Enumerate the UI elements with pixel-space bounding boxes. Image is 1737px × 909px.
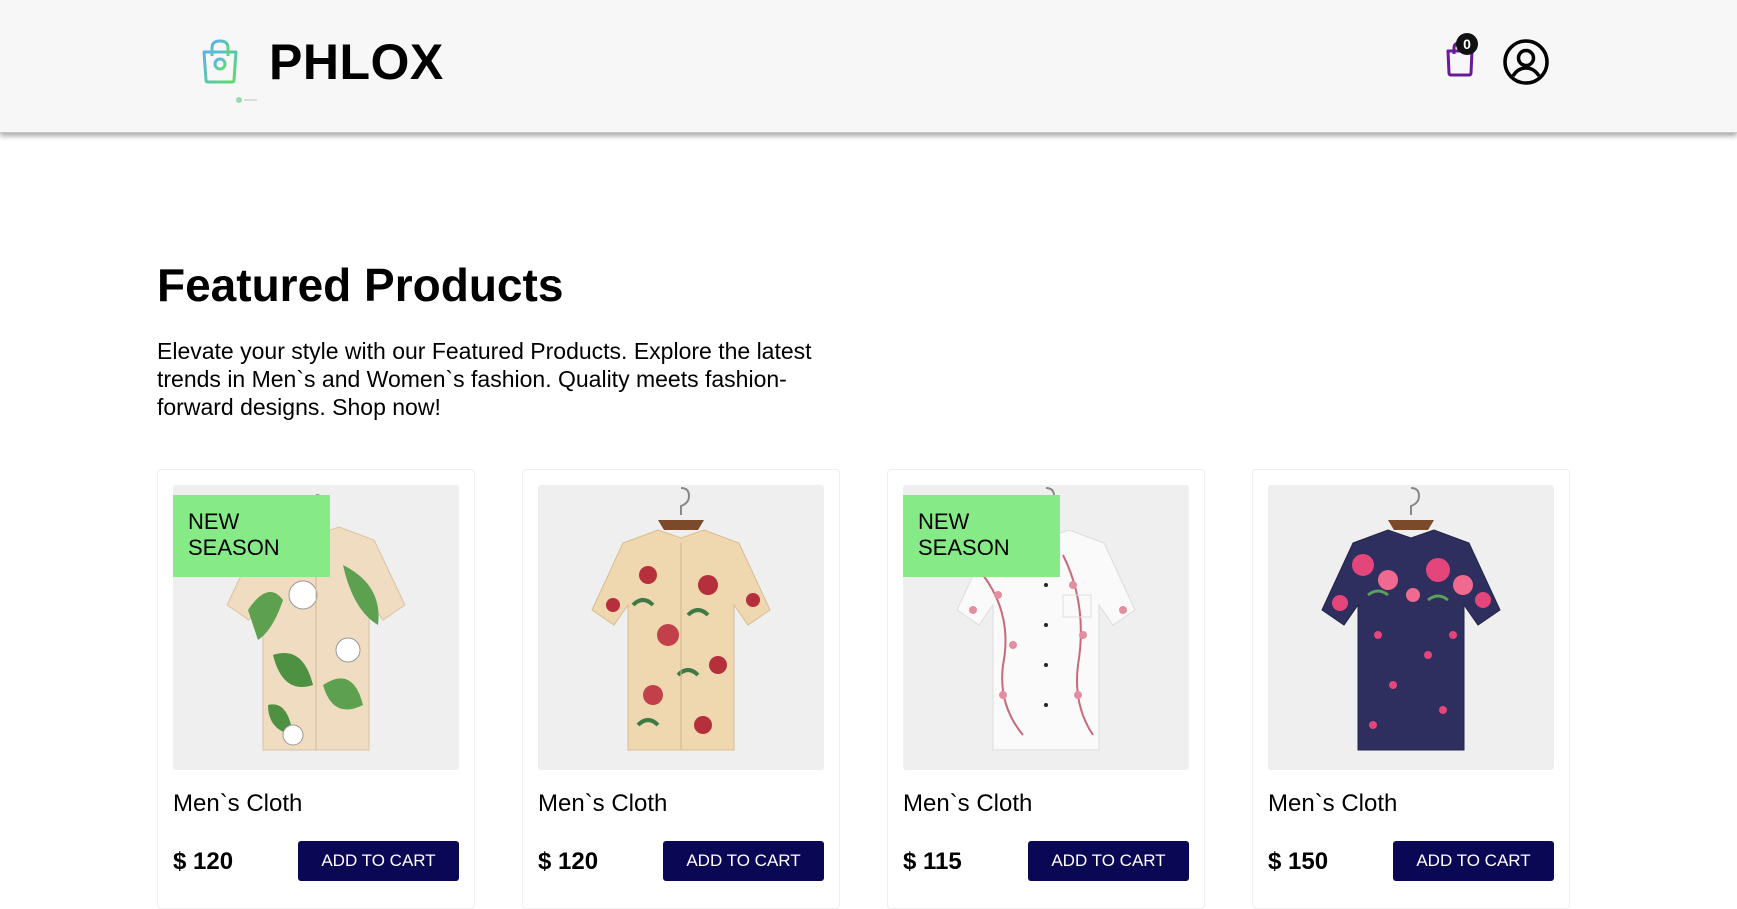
product-name[interactable]: Men`s Cloth [1268,790,1397,818]
product-name[interactable]: Men`s Cloth [173,790,302,818]
product-card[interactable]: Men`s Cloth $ 120 ADD TO CART [522,469,840,909]
product-price: $ 150 [1268,848,1329,875]
featured-title: Featured Products [157,259,564,311]
product-price: $ 120 [173,848,234,875]
shirt-image [591,487,771,751]
shopping-bag-icon [202,39,238,84]
product-image[interactable] [538,485,824,770]
product-name[interactable]: Men`s Cloth [538,790,667,818]
logo[interactable] [200,38,240,84]
logo-tagline-icon [236,97,257,103]
new-season-badge: NEW SEASON [903,495,1060,577]
product-price: $ 120 [538,848,599,875]
new-season-badge: NEW SEASON [173,495,330,577]
product-image[interactable] [1268,485,1554,770]
add-to-cart-button[interactable]: ADD TO CART [1028,841,1189,881]
site-header: PHLOX 0 [0,0,1737,133]
featured-description: Elevate your style with our Featured Pro… [157,338,812,420]
cart-count-badge: 0 [1456,33,1478,55]
product-card[interactable]: NEW SEASON Men`s Cloth $ 115 ADD TO CART [887,469,1205,909]
product-name[interactable]: Men`s Cloth [903,790,1032,818]
add-to-cart-button[interactable]: ADD TO CART [663,841,824,881]
shirt-image [1321,487,1501,751]
user-circle-icon[interactable] [1502,38,1550,86]
brand-name[interactable]: PHLOX [269,33,444,91]
product-card[interactable]: Men`s Cloth $ 150 ADD TO CART [1252,469,1570,909]
add-to-cart-button[interactable]: ADD TO CART [1393,841,1554,881]
add-to-cart-button[interactable]: ADD TO CART [298,841,459,881]
product-card[interactable]: NEW SEASON Men`s Cloth $ 120 ADD TO CART [157,469,475,909]
product-price: $ 115 [903,848,962,875]
